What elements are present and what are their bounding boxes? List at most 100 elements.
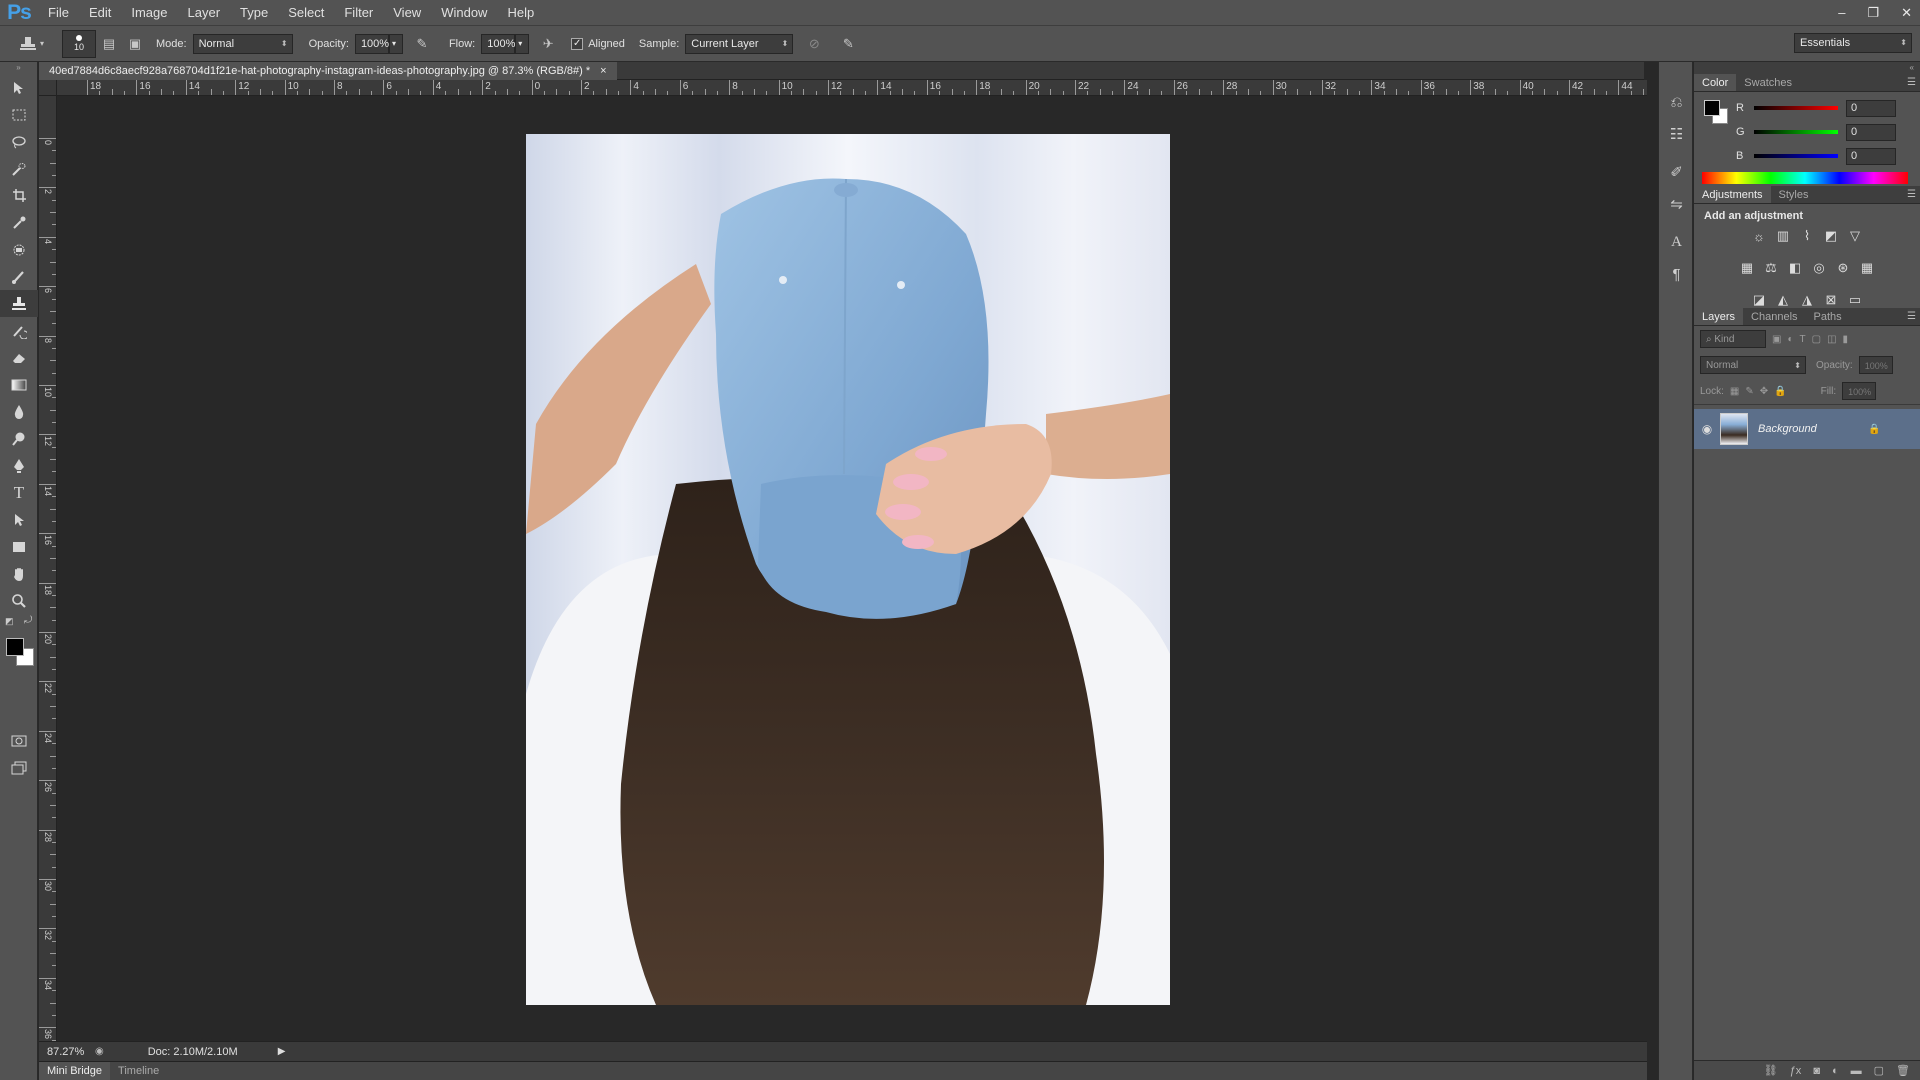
paragraph-panel-icon[interactable]: ¶	[1659, 258, 1694, 290]
swap-colors-icon[interactable]: ⤾	[24, 615, 32, 626]
clone-stamp-tool-preset-icon[interactable]: ▾	[14, 33, 48, 55]
sample-select[interactable]: Current Layer ⬍	[685, 33, 794, 54]
menu-edit[interactable]: Edit	[79, 0, 121, 25]
properties-panel-icon[interactable]: ☷	[1659, 118, 1694, 150]
opacity-dropdown[interactable]: ▾	[388, 33, 403, 54]
color-balance-icon[interactable]: ⚖	[1761, 258, 1781, 278]
marquee-tool-icon[interactable]	[0, 101, 38, 128]
foreground-color-swatch[interactable]	[6, 638, 24, 656]
close-tab-icon[interactable]: ×	[600, 62, 606, 80]
flow-input[interactable]: 100%	[481, 33, 515, 54]
horizontal-ruler[interactable]: 18 16 14 12 10 8 6 4 2 0 2 4 6 8 10 12 14 16 18 20 22 24 26 28 3…	[57, 80, 1647, 96]
zoom-level[interactable]: 87.27%	[47, 1046, 87, 1058]
fill-input[interactable]: 100%	[1842, 382, 1877, 400]
levels-icon[interactable]: ▥	[1773, 226, 1793, 246]
tab-channels[interactable]: Channels	[1743, 308, 1805, 325]
link-layers-icon[interactable]: ⛓	[1764, 1064, 1778, 1077]
gradient-map-icon[interactable]: ▭	[1845, 290, 1865, 310]
color-spectrum-ramp[interactable]	[1702, 172, 1908, 184]
eye-visibility-icon[interactable]: ◉	[1694, 422, 1720, 436]
posterize-icon[interactable]: ◭	[1773, 290, 1793, 310]
ignore-adjustment-layers-icon[interactable]: ⊘	[803, 33, 825, 55]
filter-adjustment-icon[interactable]: ◐	[1787, 334, 1793, 345]
airbrush-icon[interactable]: ✈	[537, 33, 559, 55]
eyedropper-tool-icon[interactable]	[0, 209, 38, 236]
collapse-icon[interactable]: »	[0, 62, 37, 74]
document-tab[interactable]: 40ed7884d6c8aecf928a768704d1f21e-hat-pho…	[39, 62, 617, 80]
menu-select[interactable]: Select	[278, 0, 334, 25]
exposure-icon[interactable]: ◩	[1821, 226, 1841, 246]
lock-image-icon[interactable]: ✎	[1745, 386, 1753, 397]
tab-layers[interactable]: Layers	[1694, 308, 1744, 325]
menu-layer[interactable]: Layer	[178, 0, 231, 25]
tab-timeline[interactable]: Timeline	[110, 1062, 167, 1080]
channel-mixer-icon[interactable]: ⊛	[1833, 258, 1853, 278]
screen-mode-icon[interactable]	[0, 754, 38, 781]
clone-source-panel-icon[interactable]: ▣	[124, 33, 146, 55]
panel-menu-icon[interactable]: ☰	[1907, 186, 1916, 204]
lock-all-icon[interactable]: 🔒	[1774, 386, 1786, 397]
menu-view[interactable]: View	[383, 0, 431, 25]
foreground-color-swatch[interactable]	[1704, 100, 1720, 116]
lock-transparent-icon[interactable]: ▦	[1730, 386, 1739, 397]
layer-filter-select[interactable]: ⌕ Kind	[1700, 330, 1766, 348]
tab-swatches[interactable]: Swatches	[1736, 74, 1800, 91]
blur-tool-icon[interactable]	[0, 398, 38, 425]
black-white-icon[interactable]: ◧	[1785, 258, 1805, 278]
layer-row-background[interactable]: ◉ Background 🔒	[1694, 409, 1920, 449]
pressure-opacity-icon[interactable]: ✎	[411, 33, 433, 55]
path-selection-tool-icon[interactable]	[0, 506, 38, 533]
hand-tool-icon[interactable]	[0, 560, 38, 587]
menu-type[interactable]: Type	[230, 0, 278, 25]
brush-panel-toggle-icon[interactable]: ▤	[98, 33, 120, 55]
layer-opacity-input[interactable]: 100%	[1858, 356, 1893, 374]
rectangle-tool-icon[interactable]	[0, 533, 38, 560]
eraser-tool-icon[interactable]	[0, 344, 38, 371]
menu-file[interactable]: File	[38, 0, 79, 25]
brightness-contrast-icon[interactable]: ☼	[1749, 226, 1769, 246]
tab-styles[interactable]: Styles	[1771, 186, 1817, 203]
g-track[interactable]	[1754, 130, 1838, 134]
add-mask-icon[interactable]: ◙	[1813, 1065, 1820, 1077]
panel-menu-icon[interactable]: ☰	[1907, 308, 1916, 326]
channel-g-value[interactable]: 0	[1846, 123, 1896, 141]
pressure-size-icon[interactable]: ✎	[837, 33, 859, 55]
quick-selection-tool-icon[interactable]	[0, 155, 38, 182]
default-colors-icon[interactable]: ◩	[5, 616, 14, 627]
channel-b-value[interactable]: 0	[1846, 147, 1896, 165]
restore-icon[interactable]: ❐	[1867, 5, 1879, 21]
menu-filter[interactable]: Filter	[334, 0, 383, 25]
ruler-origin[interactable]	[39, 80, 57, 96]
tab-color[interactable]: Color	[1694, 74, 1737, 91]
filter-type-icon[interactable]: T	[1800, 334, 1806, 345]
opacity-input[interactable]: 100%	[354, 33, 389, 54]
menu-image[interactable]: Image	[121, 0, 177, 25]
character-panel-icon[interactable]: A	[1659, 226, 1694, 258]
brush-size-picker[interactable]: 10	[62, 29, 96, 58]
new-adjustment-layer-icon[interactable]: ◐	[1832, 1065, 1839, 1077]
aligned-checkbox[interactable]: ✓	[571, 37, 584, 50]
filter-pixel-icon[interactable]: ▣	[1772, 334, 1781, 345]
menu-window[interactable]: Window	[431, 0, 497, 25]
lock-position-icon[interactable]: ✥	[1760, 386, 1768, 397]
layer-style-icon[interactable]: ƒx	[1790, 1065, 1802, 1077]
lasso-tool-icon[interactable]	[0, 128, 38, 155]
vibrance-icon[interactable]: ▽	[1845, 226, 1865, 246]
selective-color-icon[interactable]: ⊠	[1821, 290, 1841, 310]
tab-adjustments[interactable]: Adjustments	[1694, 186, 1771, 203]
hue-saturation-icon[interactable]: ▦	[1737, 258, 1757, 278]
menu-help[interactable]: Help	[497, 0, 544, 25]
document-canvas-photo[interactable]	[526, 134, 1170, 1005]
quick-mask-icon[interactable]	[0, 727, 38, 754]
filter-smart-object-icon[interactable]: ◫	[1827, 334, 1836, 345]
status-menu-arrow-icon[interactable]: ▶	[278, 1046, 286, 1057]
history-panel-icon[interactable]: ⎌	[1659, 86, 1694, 118]
layer-name[interactable]: Background	[1758, 423, 1868, 435]
invert-icon[interactable]: ◪	[1749, 290, 1769, 310]
canvas-area[interactable]	[57, 96, 1647, 1041]
clone-source-panel-icon[interactable]: ⇋	[1659, 188, 1694, 220]
clone-stamp-tool-icon[interactable]	[0, 290, 38, 317]
r-track[interactable]	[1754, 106, 1838, 110]
zoom-tool-icon[interactable]	[0, 587, 38, 614]
move-tool-icon[interactable]	[0, 74, 38, 101]
